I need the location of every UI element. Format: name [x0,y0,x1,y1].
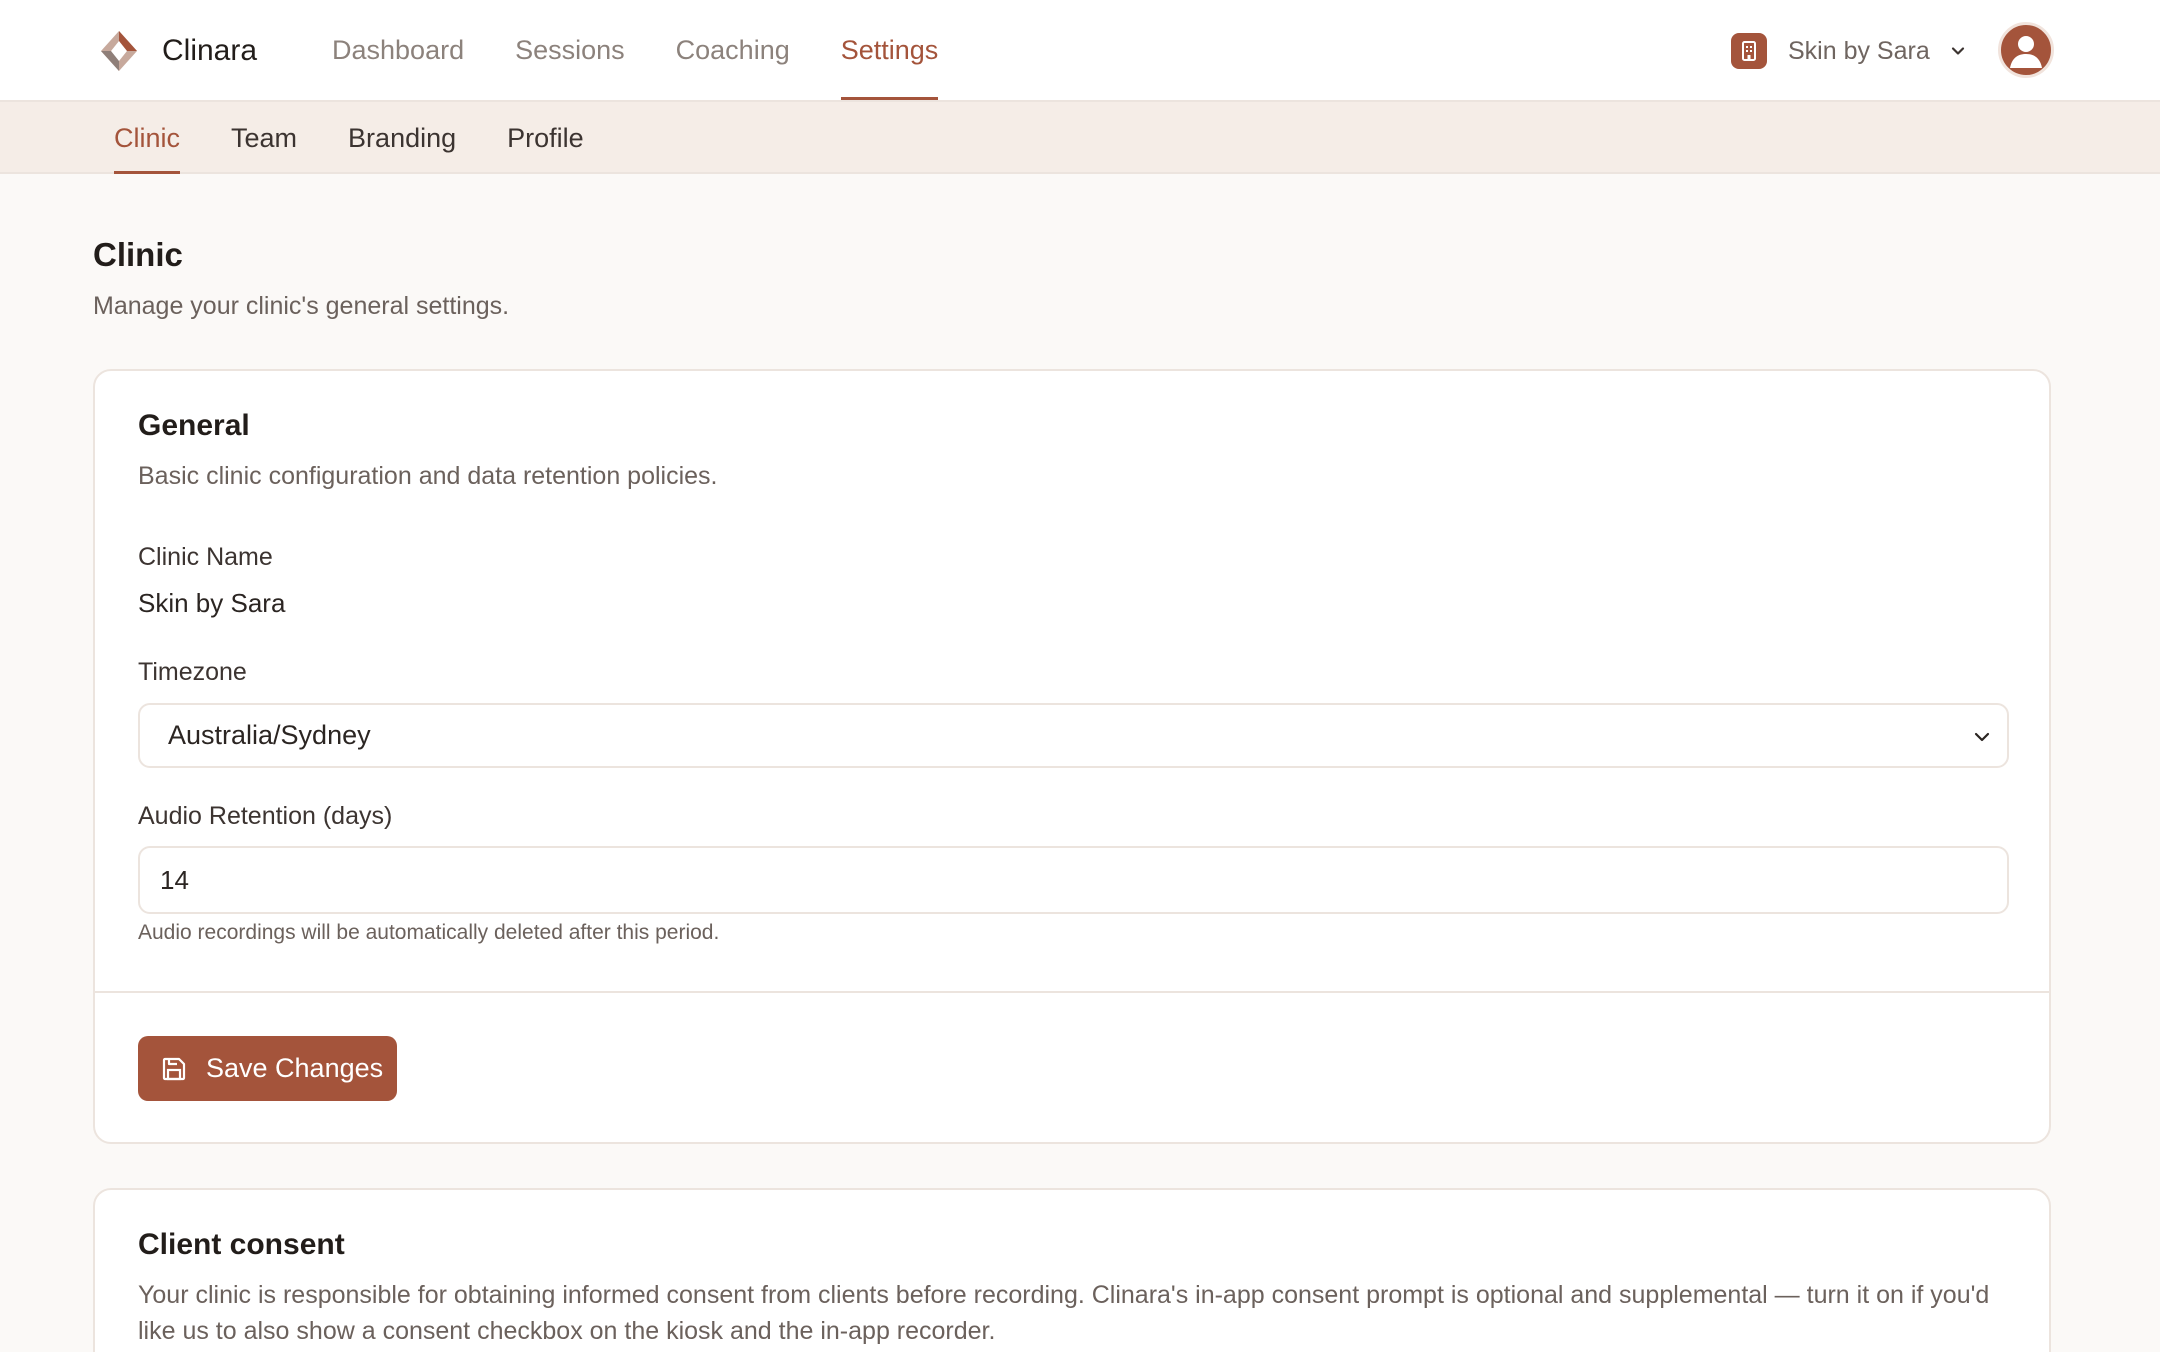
main-nav: Dashboard Sessions Coaching Settings [332,0,989,100]
save-changes-button[interactable]: Save Changes [138,1036,397,1101]
settings-subnav: Clinic Team Branding Profile [0,102,2160,174]
settings-tabs: Clinic Team Branding Profile [114,102,635,174]
clinic-switcher[interactable]: Skin by Sara [1731,32,1968,70]
tab-branding[interactable]: Branding [348,102,456,174]
nav-item-settings[interactable]: Settings [840,0,938,100]
clinic-switcher-label: Skin by Sara [1788,36,1930,65]
general-card-title: General [138,409,250,442]
save-icon [162,1057,186,1080]
general-settings-card: General Basic clinic configuration and d… [93,369,2051,1144]
page-description: Manage your clinic's general settings. [93,292,510,320]
chevron-down-icon [1951,47,1964,55]
audio-retention-hint: Audio recordings will be automatically d… [138,921,720,944]
page-title: Clinic [93,236,183,273]
user-avatar[interactable] [1998,22,2054,78]
nav-item-coaching[interactable]: Coaching [676,0,790,100]
save-changes-label: Save Changes [206,1053,384,1083]
clinic-name-label: Clinic Name [138,543,273,571]
app-name: Clinara [162,34,258,67]
consent-card-title: Client consent [138,1228,345,1261]
general-card-description: Basic clinic configuration and data rete… [138,462,718,490]
card-divider [95,991,2049,993]
tab-profile[interactable]: Profile [507,102,584,174]
brand[interactable]: Clinara [97,28,257,74]
tab-team[interactable]: Team [231,102,297,174]
building-icon [1731,33,1767,69]
audio-retention-input[interactable] [138,846,2009,914]
timezone-selected-value: Australia/Sydney [168,720,371,750]
tab-clinic[interactable]: Clinic [114,102,181,174]
client-consent-card: Client consent Your clinic is responsibl… [93,1188,2051,1352]
consent-card-description: Your clinic is responsible for obtaining… [138,1281,1990,1345]
audio-retention-label: Audio Retention (days) [138,802,393,830]
timezone-select[interactable]: Australia/Sydney [138,703,2009,768]
nav-item-sessions[interactable]: Sessions [515,0,625,100]
chevron-down-icon [1974,732,1990,742]
top-navigation-bar: Clinara Dashboard Sessions Coaching Sett… [0,0,2160,102]
clinic-name-value: Skin by Sara [138,588,286,618]
user-icon [2010,36,2042,68]
timezone-label: Timezone [138,658,247,686]
clinara-logo-icon [101,31,137,71]
nav-item-dashboard[interactable]: Dashboard [332,0,464,100]
